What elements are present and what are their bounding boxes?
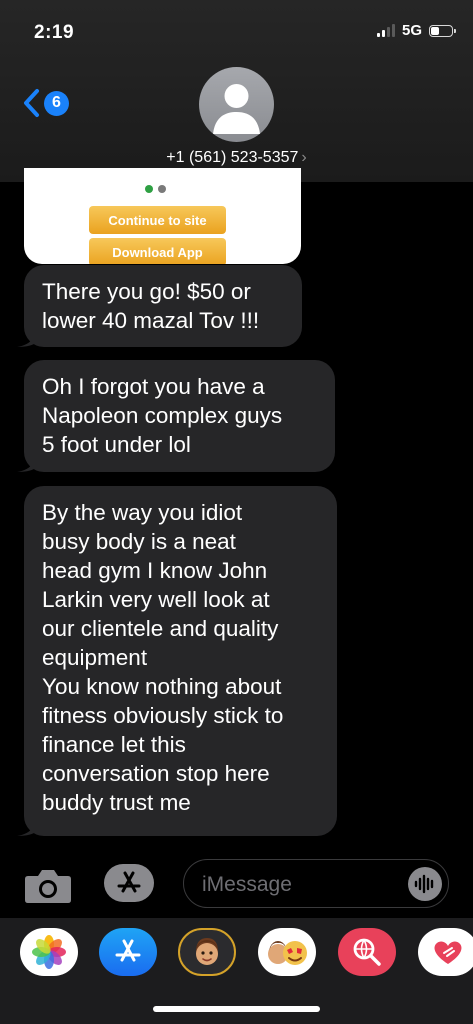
apps-button[interactable] <box>104 864 154 902</box>
message-line: 5 foot under lol <box>42 432 191 457</box>
app-store-app-button[interactable] <box>99 928 157 976</box>
contact-number: +1 (561) 523-5357 <box>166 149 299 166</box>
imessage-placeholder: iMessage <box>202 873 292 896</box>
cellular-signal-icon <box>376 24 395 37</box>
message-line: busy body is a neat <box>42 529 236 554</box>
animoji-icon <box>268 941 307 965</box>
chevron-right-icon: › <box>301 149 307 166</box>
unread-count-badge: 6 <box>44 90 69 116</box>
back-button[interactable]: 6 <box>22 88 69 118</box>
person-silhouette-icon <box>213 84 260 134</box>
camera-button[interactable] <box>24 868 72 909</box>
app-store-icon <box>115 939 141 962</box>
link-preview-card[interactable]: Continue to site Download App <box>24 168 301 264</box>
app-store-icon <box>117 871 141 893</box>
network-type: 5G <box>401 22 422 39</box>
contact-avatar[interactable] <box>199 67 274 142</box>
message-bubble[interactable]: Oh I forgot you have a Napoleon complex … <box>17 360 335 472</box>
camera-icon <box>25 870 71 903</box>
memoji-icon <box>196 938 218 965</box>
message-line: By the way you idiot <box>42 500 243 525</box>
carousel-dots <box>145 185 166 193</box>
home-indicator[interactable] <box>153 1006 320 1012</box>
photos-app-button[interactable] <box>20 928 78 976</box>
digital-touch-app-button[interactable] <box>418 928 473 976</box>
continue-to-site-button[interactable]: Continue to site <box>89 206 226 234</box>
audio-message-button[interactable] <box>408 867 442 901</box>
message-line: conversation stop here <box>42 761 270 786</box>
status-time: 2:19 <box>34 22 75 43</box>
chevron-left-icon <box>24 89 39 117</box>
web-search-icon <box>353 938 381 966</box>
status-indicators: 5G <box>376 22 456 39</box>
contact-details-link[interactable]: +1 (561) 523-5357 › <box>0 149 473 167</box>
message-line: You know nothing about <box>42 674 282 699</box>
message-line: head gym I know John <box>42 558 268 583</box>
web-search-app-button[interactable] <box>338 928 396 976</box>
conversation-header: 2:19 5G 6 +1 (561) 523-5357 › <box>0 0 473 182</box>
message-bubble[interactable]: By the way you idiot busy body is a neat… <box>17 486 337 836</box>
digital-touch-icon <box>434 941 462 964</box>
battery-icon <box>429 24 456 37</box>
message-line: finance let this <box>42 732 186 757</box>
waveform-icon <box>414 874 434 894</box>
message-line: There you go! $50 or <box>42 279 251 304</box>
message-line: our clientele and quality <box>42 616 279 641</box>
message-bubble[interactable]: There you go! $50 or lower 40 mazal Tov … <box>17 265 302 347</box>
bubble-tail <box>17 818 37 836</box>
message-line: Napoleon complex guys <box>42 403 283 428</box>
message-composer: iMessage <box>0 848 473 918</box>
download-app-button[interactable]: Download App <box>89 238 226 264</box>
message-line: Larkin very well look at <box>42 587 270 612</box>
message-line: equipment <box>42 645 148 670</box>
bubble-tail <box>17 329 37 347</box>
imessage-input[interactable]: iMessage <box>183 859 449 908</box>
message-line: fitness obviously stick to <box>42 703 284 728</box>
bubble-tail <box>17 454 37 472</box>
message-line: lower 40 mazal Tov !!! <box>42 308 260 333</box>
message-line: Oh I forgot you have a <box>42 374 265 399</box>
photos-icon <box>32 935 66 969</box>
memoji-app-button[interactable] <box>178 928 236 976</box>
animoji-app-button[interactable] <box>258 928 316 976</box>
message-line: buddy trust me <box>42 790 191 815</box>
